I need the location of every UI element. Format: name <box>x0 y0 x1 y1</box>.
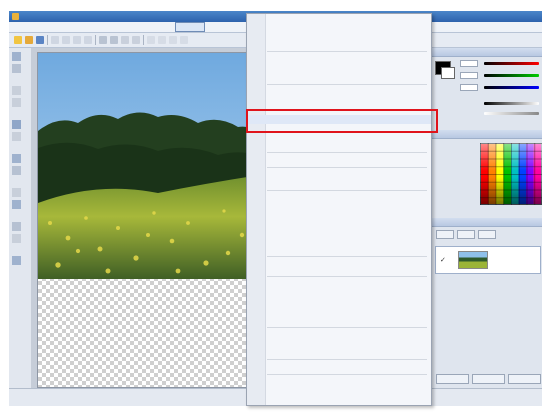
menu-item-27[interactable] <box>247 320 431 329</box>
tool-option-icon[interactable] <box>158 36 166 44</box>
new-icon[interactable] <box>14 36 22 44</box>
menu-separator <box>267 84 427 85</box>
menu-item-21[interactable] <box>247 260 431 269</box>
menu-item-5[interactable] <box>247 54 431 63</box>
layer-dropdown-menu <box>246 13 432 406</box>
panel-button-2[interactable] <box>472 374 505 384</box>
menu-item-18 <box>247 231 431 240</box>
menu-item-2[interactable] <box>247 25 431 34</box>
paste-icon[interactable] <box>84 36 92 44</box>
green-value-field[interactable] <box>460 72 478 79</box>
image-canvas[interactable] <box>37 52 261 388</box>
menu-item-16 <box>247 213 431 222</box>
redo-icon[interactable] <box>110 36 118 44</box>
zoom-in-icon[interactable] <box>121 36 129 44</box>
menu-item-30[interactable] <box>247 381 431 390</box>
lasso-tool-icon[interactable] <box>12 86 21 95</box>
toolbar-separator <box>95 35 96 45</box>
eyedropper-tool-icon[interactable] <box>12 222 21 231</box>
move-tool-icon[interactable] <box>12 52 21 61</box>
menu-item-13[interactable] <box>247 180 431 189</box>
tool-option-icon[interactable] <box>169 36 177 44</box>
layer-thumbnail <box>458 251 488 269</box>
menu-item-24[interactable] <box>247 293 431 302</box>
fill-tool-icon[interactable] <box>12 166 21 175</box>
red-value-field[interactable] <box>460 60 478 67</box>
brush-tool-icon[interactable] <box>12 120 21 129</box>
color-panel-header <box>432 48 542 57</box>
menu-item-29[interactable] <box>247 364 431 373</box>
eraser-tool-icon[interactable] <box>12 154 21 163</box>
canvas-area[interactable] <box>31 48 267 388</box>
menu-item-9 <box>247 135 431 144</box>
menu-separator <box>267 167 427 168</box>
swatch-panel-header <box>432 130 542 139</box>
layer-copy-button[interactable] <box>457 230 475 239</box>
open-folder-icon[interactable] <box>25 36 33 44</box>
field-photo <box>38 53 260 279</box>
layer-new-button[interactable] <box>436 230 454 239</box>
menu-separator <box>267 190 427 191</box>
menu-separator <box>267 374 427 375</box>
menu-item-6[interactable] <box>175 22 205 32</box>
menu-item-4[interactable] <box>247 43 431 52</box>
menu-item-25[interactable] <box>247 302 431 311</box>
toolbar-separator <box>47 35 48 45</box>
menu-item-10 <box>247 144 431 153</box>
menu-item-28[interactable] <box>247 333 431 342</box>
hand-tool-icon[interactable] <box>12 234 21 243</box>
menu-item-3[interactable] <box>247 34 431 43</box>
menu-item-22[interactable] <box>247 269 431 278</box>
annotation-highlight-box <box>246 109 438 133</box>
zoom-tool-icon[interactable] <box>12 256 21 265</box>
text-tool-icon[interactable] <box>12 188 21 197</box>
tool-option-icon[interactable] <box>147 36 155 44</box>
gray-slider[interactable] <box>484 102 539 105</box>
undo-icon[interactable] <box>99 36 107 44</box>
layer-delete-button[interactable] <box>478 230 496 239</box>
print-icon[interactable] <box>51 36 59 44</box>
toolbar-separator <box>143 35 144 45</box>
layer-visible-checkbox[interactable]: ✓ <box>440 256 446 264</box>
menu-item-17 <box>247 222 431 231</box>
tool-option-icon[interactable] <box>180 36 188 44</box>
menu-item-6[interactable] <box>247 63 431 72</box>
tool-palette <box>9 48 32 388</box>
app-icon <box>12 13 19 20</box>
layer-panel-header <box>432 218 542 227</box>
menu-item-7[interactable] <box>247 72 431 81</box>
red-slider[interactable] <box>484 62 539 65</box>
menu-item-19[interactable] <box>247 240 431 249</box>
wand-tool-icon[interactable] <box>12 98 21 107</box>
cut-icon[interactable] <box>62 36 70 44</box>
menu-item-20 <box>247 249 431 258</box>
color-palette-grid <box>480 143 542 205</box>
copy-icon[interactable] <box>73 36 81 44</box>
layer-row[interactable]: ✓ <box>435 246 541 274</box>
menu-item-11[interactable] <box>247 157 431 166</box>
blue-slider[interactable] <box>484 86 539 89</box>
menu-item-12[interactable] <box>247 171 431 180</box>
shape-tool-icon[interactable] <box>12 200 21 209</box>
panel-button-3[interactable] <box>508 374 541 384</box>
pencil-tool-icon[interactable] <box>12 132 21 141</box>
menu-item-23[interactable] <box>247 279 431 288</box>
menu-separator <box>267 359 427 360</box>
alpha-slider[interactable] <box>484 112 539 115</box>
panel-button-1[interactable] <box>436 374 469 384</box>
save-icon[interactable] <box>36 36 44 44</box>
select-tool-icon[interactable] <box>12 64 21 73</box>
blue-value-field[interactable] <box>460 84 478 91</box>
green-slider[interactable] <box>484 74 539 77</box>
menu-item-14 <box>247 195 431 204</box>
background-color-swatch[interactable] <box>441 67 455 79</box>
zoom-out-icon[interactable] <box>132 36 140 44</box>
menu-item-15 <box>247 204 431 213</box>
right-panels: ✓ <box>431 48 542 388</box>
menu-item-26[interactable] <box>247 311 431 320</box>
menu-item-1[interactable] <box>247 16 431 25</box>
